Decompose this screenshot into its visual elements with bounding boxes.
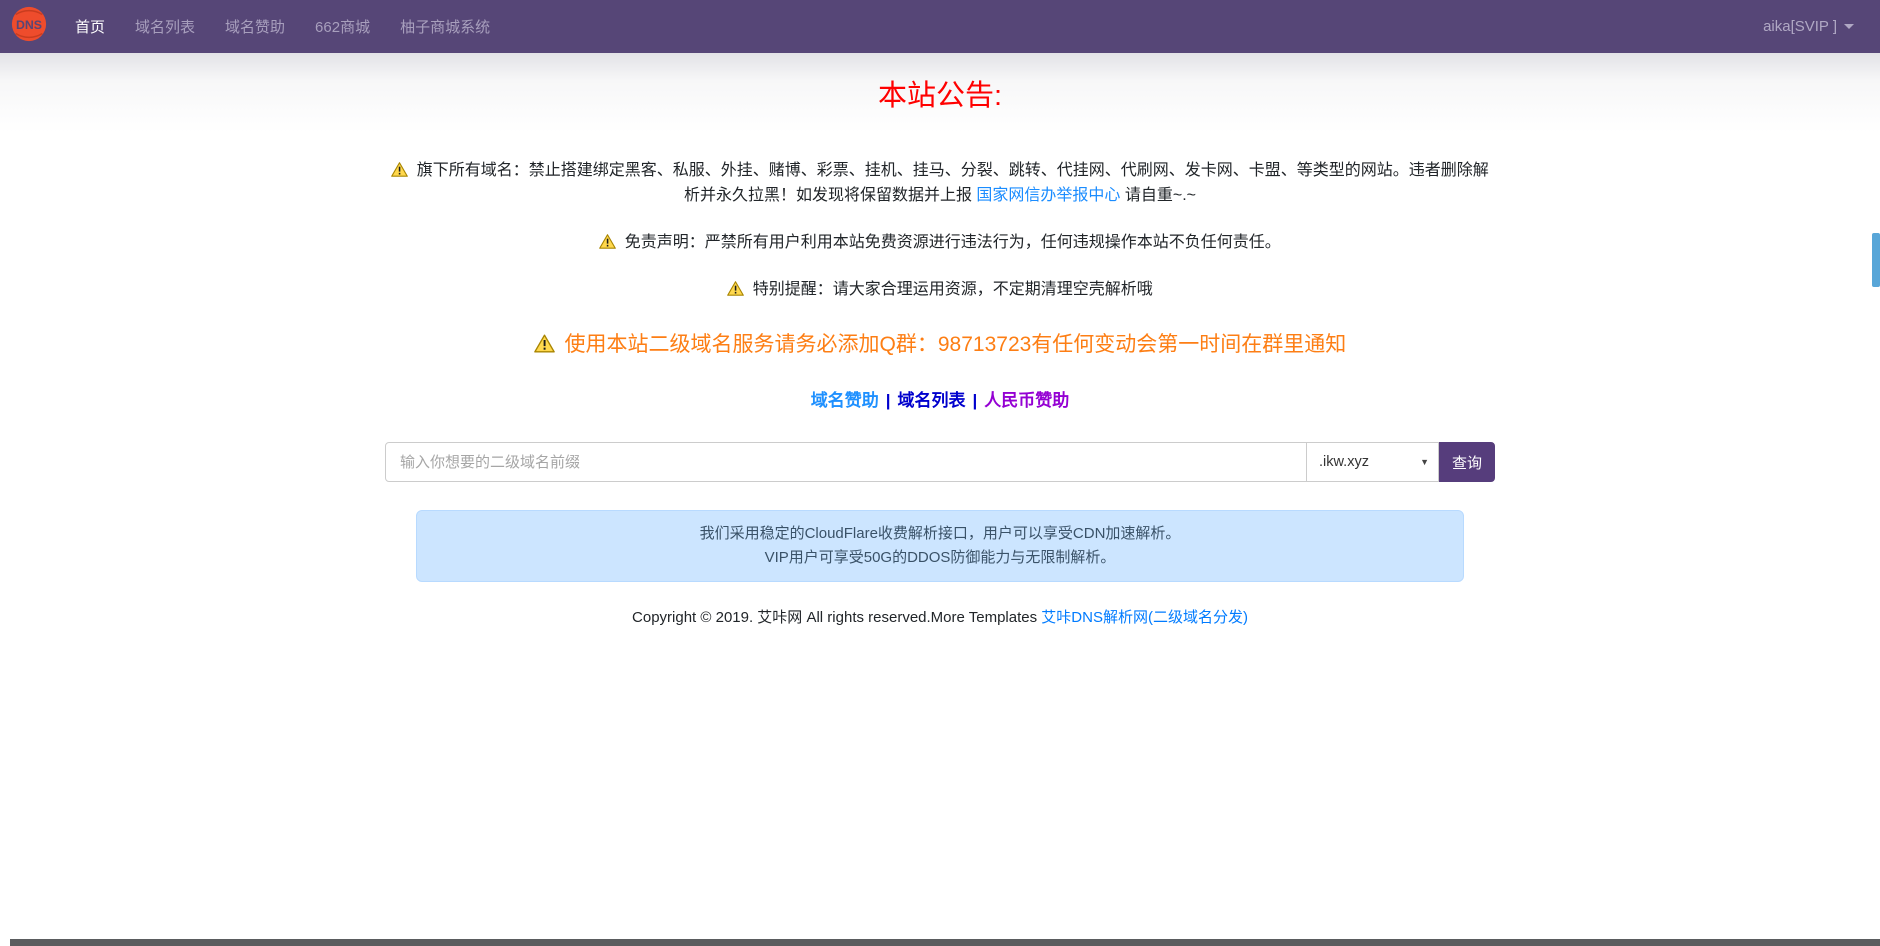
quick-link-rmb-sponsor[interactable]: 人民币赞助 xyxy=(984,391,1069,410)
site-logo[interactable]: DNS xyxy=(10,5,48,48)
main-content: 本站公告: 旗下所有域名：禁止搭建绑定黑客、私服、外挂、赌博、彩票、挂机、挂马、… xyxy=(0,53,1880,673)
nav-item-domain-sponsor[interactable]: 域名赞助 xyxy=(212,8,298,45)
page-title: 本站公告: xyxy=(385,72,1495,114)
copyright-footer: Copyright © 2019. 艾咔网 All rights reserve… xyxy=(385,606,1495,627)
disclaimer-line: 免责声明：严禁所有用户利用本站免费资源进行违法行为，任何违规操作本站不负任何责任… xyxy=(385,230,1495,255)
vertical-scrollbar-thumb[interactable] xyxy=(1872,233,1880,287)
warning-icon xyxy=(391,162,416,179)
domain-suffix-select[interactable]: .ikw.xyz ▼ xyxy=(1307,442,1439,482)
suffix-selected-value: .ikw.xyz xyxy=(1319,454,1369,470)
nav-item-domain-list[interactable]: 域名列表 xyxy=(122,8,208,45)
reminder-text: 特别提醒：请大家合理运用资源，不定期清理空壳解析哦 xyxy=(753,281,1153,298)
quick-link-domain-list[interactable]: 域名列表 xyxy=(898,391,966,410)
copyright-text: Copyright © 2019. 艾咔网 All rights reserve… xyxy=(632,609,1041,626)
footer-site-link[interactable]: 艾咔DNS解析网(二级域名分发) xyxy=(1041,609,1248,626)
warning-icon xyxy=(727,281,752,298)
username-label: aika[SVIP ] xyxy=(1763,18,1837,35)
dns-globe-icon: DNS xyxy=(10,5,48,48)
horizontal-scrollbar[interactable] xyxy=(10,939,1880,946)
link-separator: | xyxy=(973,391,978,410)
nav-item-home[interactable]: 首页 xyxy=(62,8,118,45)
nav-links: 首页 域名列表 域名赞助 662商城 柚子商城系统 xyxy=(62,8,1763,45)
domain-search-group: .ikw.xyz ▼ 查询 xyxy=(385,442,1495,482)
info-line-2: VIP用户可享受50G的DDOS防御能力与无限制解析。 xyxy=(433,546,1447,570)
rule-text: 旗下所有域名：禁止搭建绑定黑客、私服、外挂、赌博、彩票、挂机、挂马、分裂、跳转、… xyxy=(417,162,1489,204)
qq-notice-text: 使用本站二级域名服务请务必添加Q群：98713723有任何变动会第一时间在群里通… xyxy=(565,333,1347,356)
qq-group-notice: 使用本站二级域名服务请务必添加Q群：98713723有任何变动会第一时间在群里通… xyxy=(385,330,1495,360)
nav-item-youzi-shop[interactable]: 柚子商城系统 xyxy=(387,8,503,45)
rule-text-suffix: 请自重~.~ xyxy=(1120,187,1196,204)
warning-icon xyxy=(534,333,565,356)
warning-icon xyxy=(599,234,624,251)
user-dropdown[interactable]: aika[SVIP ] xyxy=(1763,18,1854,35)
report-center-link[interactable]: 国家网信办举报中心 xyxy=(976,187,1120,204)
svg-text:DNS: DNS xyxy=(16,18,42,32)
disclaimer-text: 免责声明：严禁所有用户利用本站免费资源进行违法行为，任何违规操作本站不负任何责任… xyxy=(625,234,1281,251)
select-dropdown-arrow-icon: ▼ xyxy=(1420,457,1429,467)
query-button[interactable]: 查询 xyxy=(1439,442,1495,482)
info-line-1: 我们采用稳定的CloudFlare收费解析接口，用户可以享受CDN加速解析。 xyxy=(433,522,1447,546)
cloudflare-info-box: 我们采用稳定的CloudFlare收费解析接口，用户可以享受CDN加速解析。 V… xyxy=(416,510,1464,582)
quick-link-domain-sponsor[interactable]: 域名赞助 xyxy=(811,391,879,410)
nav-item-662-shop[interactable]: 662商城 xyxy=(302,8,383,45)
chevron-down-icon xyxy=(1844,24,1854,29)
top-navbar: DNS 首页 域名列表 域名赞助 662商城 柚子商城系统 aika[SVIP … xyxy=(0,0,1880,53)
link-separator: | xyxy=(886,391,891,410)
quick-links-row: 域名赞助 | 域名列表 | 人民币赞助 xyxy=(385,386,1495,411)
domain-prefix-input[interactable] xyxy=(385,442,1307,482)
reminder-line: 特别提醒：请大家合理运用资源，不定期清理空壳解析哦 xyxy=(385,277,1495,302)
announcement-rule-line: 旗下所有域名：禁止搭建绑定黑客、私服、外挂、赌博、彩票、挂机、挂马、分裂、跳转、… xyxy=(385,158,1495,208)
